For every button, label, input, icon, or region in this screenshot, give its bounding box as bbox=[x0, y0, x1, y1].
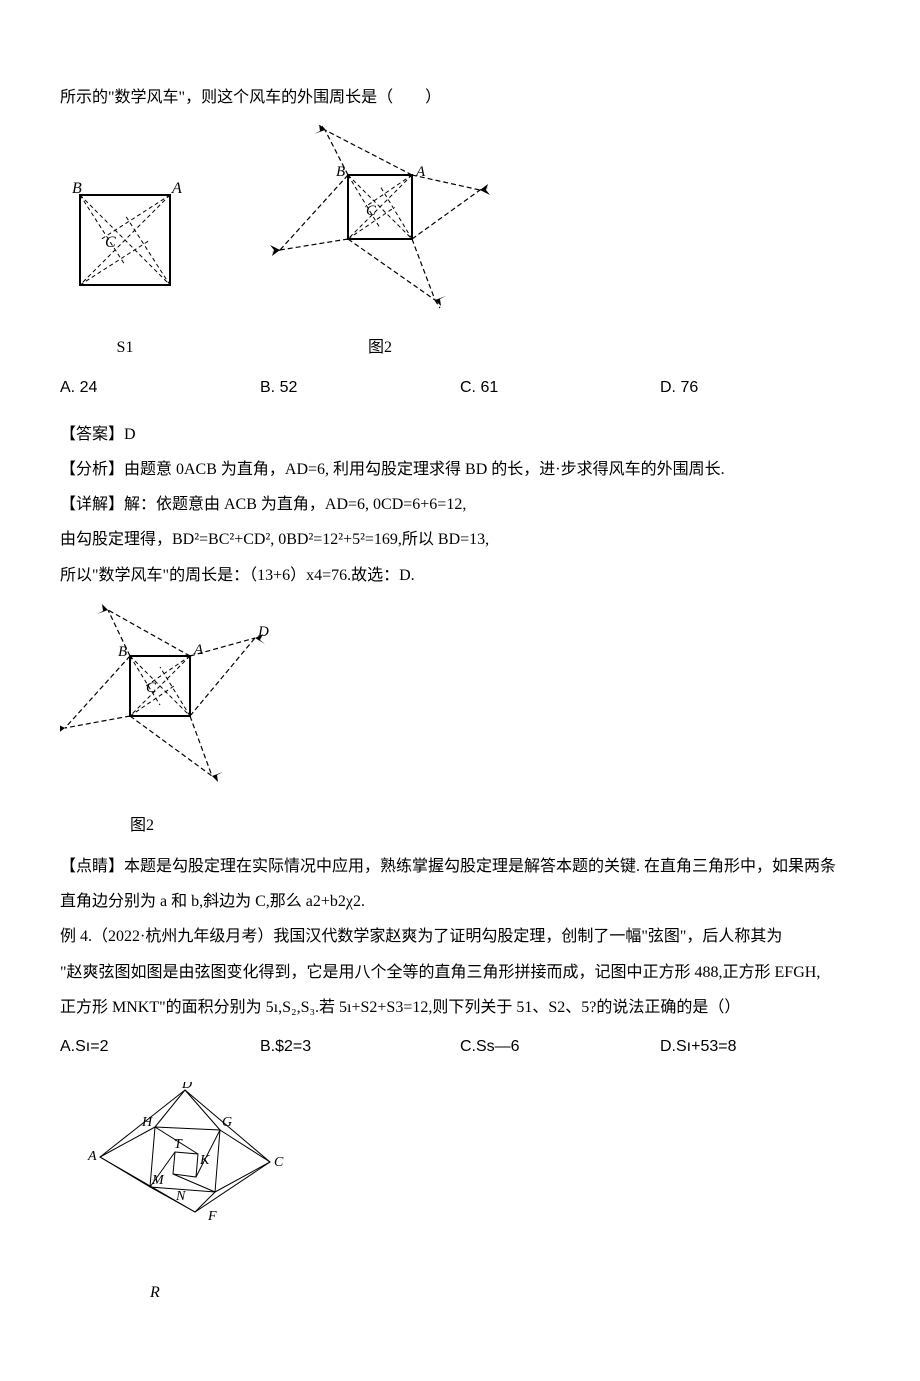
zhao-label-F: F bbox=[207, 1209, 217, 1224]
figure-1-block: B A C S1 bbox=[60, 175, 190, 365]
zhao-figure-svg: D C A H G F M N K T bbox=[80, 1082, 290, 1242]
label-B: B bbox=[72, 180, 82, 197]
fig2-caption: 图2 bbox=[270, 330, 490, 365]
svg-text:A: A bbox=[415, 164, 426, 180]
zhao-label-M: M bbox=[151, 1173, 165, 1188]
zhao-label-C: C bbox=[274, 1155, 284, 1170]
dianjing-line-1: 【点睛】本题是勾股定理在实际情况中应用，熟练掌握勾股定理是解答本题的关键. 在直… bbox=[60, 849, 860, 884]
option2-A: A.Sı=2 bbox=[60, 1029, 260, 1064]
option-D: D. 76 bbox=[660, 370, 860, 405]
zhao-label-H: H bbox=[141, 1115, 153, 1130]
zhao-label-D: D bbox=[181, 1082, 192, 1092]
svg-text:B: B bbox=[118, 644, 127, 660]
svg-text:D: D bbox=[257, 624, 269, 640]
options-row-2: A.Sı=2 B.$2=3 C.Ss—6 D.Sı+53=8 bbox=[60, 1029, 860, 1064]
intro-line: 所示的"数学风车"，则这个风车的外围周长是（ ） bbox=[60, 80, 860, 115]
label-A: A bbox=[171, 180, 182, 197]
zhao-label-R: R bbox=[150, 1275, 860, 1310]
detail-line-1: 【详解】解：依题意由 ACB 为直角，AD=6, 0CD=6+6=12, bbox=[60, 487, 860, 522]
example4-line-1: 例 4.（2022·杭州九年级月考）我国汉代数学家赵爽为了证明勾股定理，创制了一… bbox=[60, 919, 860, 954]
option-A: A. 24 bbox=[60, 370, 260, 405]
zhao-figure-block: D C A H G F M N K T R bbox=[80, 1082, 860, 1310]
option2-C: C.Ss—6 bbox=[460, 1029, 660, 1064]
option-B: B. 52 bbox=[260, 370, 460, 405]
zhao-label-A: A bbox=[87, 1149, 97, 1164]
dianjing-line-2: 直角边分别为 a 和 b,斜边为 C,那么 a2+b2χ2. bbox=[60, 884, 860, 919]
example4-line-3: 正方形 MNKT"的面积分别为 5ı,S₂,S₃.若 5ı+S2+S3=12,则… bbox=[60, 990, 860, 1025]
solution-fig-caption: 图2 bbox=[130, 808, 860, 843]
svg-text:A: A bbox=[193, 642, 204, 658]
options-row-1: A. 24 B. 52 C. 61 D. 76 bbox=[60, 370, 860, 405]
zhao-label-T: T bbox=[174, 1137, 183, 1152]
zhao-label-G: G bbox=[222, 1115, 232, 1130]
figure-1-svg: B A C bbox=[60, 175, 190, 315]
detail-line-2: 由勾股定理得，BD²=BC²+CD², 0BD²=12²+5²=169,所以 B… bbox=[60, 522, 860, 557]
example4-line-2: "赵爽弦图如图是由弦图变化得到，它是用八个全等的直角三角形拼接而成，记图中正方形… bbox=[60, 955, 860, 990]
fig1-caption: S1 bbox=[60, 330, 190, 365]
zhao-label-N: N bbox=[175, 1189, 186, 1204]
label-C: C bbox=[105, 234, 116, 251]
solution-figure-block: B A C D 图2 bbox=[60, 603, 860, 843]
solution-figure-svg: B A C D bbox=[60, 603, 270, 793]
svg-text:C: C bbox=[146, 680, 157, 696]
figure-2-svg: B A C bbox=[270, 125, 490, 315]
option-C: C. 61 bbox=[460, 370, 660, 405]
detail-line-3: 所以"数学风车"的周长是：（13+6）x4=76.故选：D. bbox=[60, 558, 860, 593]
figure-row: B A C S1 bbox=[60, 125, 860, 365]
option2-B: B.$2=3 bbox=[260, 1029, 460, 1064]
svg-text:C: C bbox=[366, 203, 377, 219]
option2-D: D.Sı+53=8 bbox=[660, 1029, 860, 1064]
svg-text:B: B bbox=[336, 164, 345, 180]
answer-label: 【答案】D bbox=[60, 417, 860, 452]
zhao-label-K: K bbox=[199, 1153, 210, 1168]
analysis-label: 【分析】由题意 0ACB 为直角，AD=6, 利用勾股定理求得 BD 的长，进·… bbox=[60, 452, 860, 487]
figure-2-block: B A C 图2 bbox=[270, 125, 490, 365]
